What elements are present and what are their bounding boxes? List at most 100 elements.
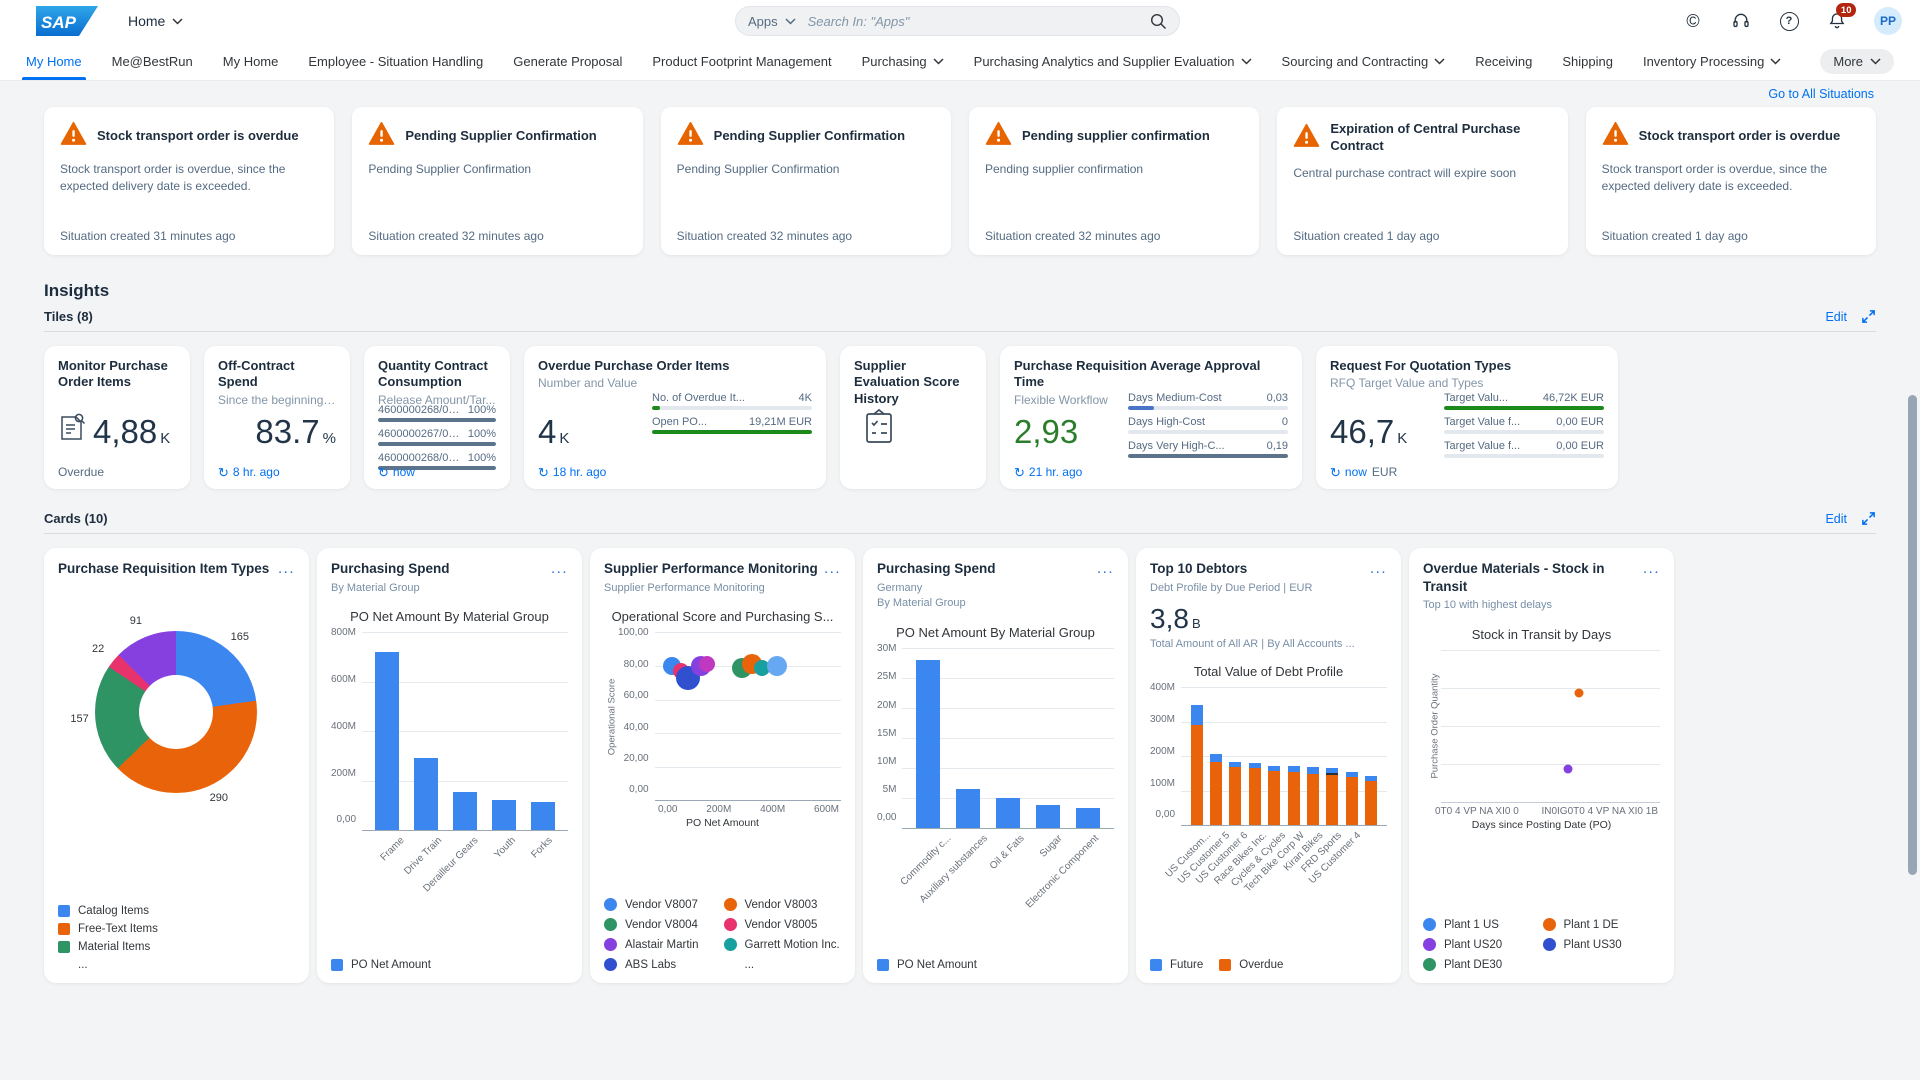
- nav-tab[interactable]: Purchasing Analytics and Supplier Evalua…: [974, 42, 1252, 80]
- situation-card[interactable]: Stock transport order is overdueStock tr…: [1586, 107, 1876, 255]
- situation-card[interactable]: Pending Supplier ConfirmationPending Sup…: [352, 107, 642, 255]
- insight-tile[interactable]: Supplier Evaluation Score History: [840, 346, 986, 489]
- stacked-bar[interactable]: [1326, 768, 1338, 825]
- y-axis-ticks: 30M25M20M15M10M5M0,00: [877, 643, 902, 823]
- card-header: Purchasing Spend...: [877, 560, 1114, 578]
- comparison-value: 0: [1282, 416, 1288, 428]
- stacked-bar[interactable]: [1210, 754, 1222, 826]
- situation-card[interactable]: Pending Supplier ConfirmationPending Sup…: [661, 107, 951, 255]
- situation-card[interactable]: Stock transport order is overdueStock tr…: [44, 107, 334, 255]
- insight-card[interactable]: Purchasing Spend...By Material GroupPO N…: [317, 548, 582, 983]
- bar-segment-overdue: [1268, 771, 1280, 826]
- chevron-down-icon: [933, 58, 944, 65]
- nav-tab[interactable]: Sourcing and Contracting: [1282, 42, 1446, 80]
- kpi-number: 4,88: [93, 413, 157, 451]
- insight-card[interactable]: Purchase Requisition Item Types...165290…: [44, 548, 309, 983]
- bar[interactable]: [956, 789, 980, 828]
- gridline: [655, 700, 841, 701]
- bar[interactable]: [1076, 808, 1100, 828]
- nav-tab[interactable]: Generate Proposal: [513, 42, 622, 80]
- bar[interactable]: [375, 652, 399, 830]
- search-scope-label: Apps: [748, 14, 778, 29]
- situation-title: Stock transport order is overdue: [1639, 128, 1841, 145]
- legend-label: Vendor V8007: [625, 899, 698, 911]
- y-tick-label: 80,00: [624, 659, 649, 670]
- stacked-bar[interactable]: [1365, 776, 1377, 825]
- overflow-menu-icon[interactable]: ...: [272, 560, 295, 573]
- card-subtitle-2: By Material Group: [877, 596, 1114, 611]
- stacked-bar[interactable]: [1307, 767, 1319, 825]
- assistant-icon[interactable]: ©: [1682, 10, 1704, 32]
- comparison-row-labels: Target Valu...46,72K EUR: [1444, 392, 1604, 404]
- bar[interactable]: [996, 798, 1020, 828]
- search-icon[interactable]: [1150, 13, 1167, 30]
- insight-tile[interactable]: Quantity Contract ConsumptionRelease Amo…: [364, 346, 510, 489]
- stacked-bar[interactable]: [1191, 705, 1203, 826]
- insight-tile[interactable]: Purchase Requisition Average Approval Ti…: [1000, 346, 1302, 489]
- home-menu-button[interactable]: Home: [128, 13, 183, 29]
- donut-value-label: 22: [92, 643, 104, 655]
- help-icon[interactable]: ?: [1778, 10, 1800, 32]
- insight-card[interactable]: Overdue Materials - Stock in Transit...T…: [1409, 548, 1674, 983]
- sap-logo[interactable]: SAP: [36, 6, 98, 36]
- nav-tab[interactable]: Inventory Processing: [1643, 42, 1781, 80]
- scatter-point[interactable]: [1564, 764, 1573, 773]
- bar[interactable]: [916, 660, 940, 828]
- cards-edit-link[interactable]: Edit: [1825, 512, 1847, 526]
- nav-tab[interactable]: Shipping: [1562, 42, 1613, 80]
- vertical-scrollbar[interactable]: [1908, 395, 1917, 875]
- bar[interactable]: [1036, 805, 1060, 828]
- stacked-bar[interactable]: [1268, 766, 1280, 826]
- insight-card[interactable]: Top 10 Debtors...Debt Profile by Due Per…: [1136, 548, 1401, 983]
- nav-tab[interactable]: Receiving: [1475, 42, 1532, 80]
- bar[interactable]: [531, 802, 555, 830]
- gridline: [655, 632, 841, 633]
- comparison-value: 0,00 EUR: [1556, 416, 1604, 428]
- kpi-number: 3,8: [1150, 603, 1189, 635]
- overflow-menu-icon[interactable]: ...: [818, 560, 841, 573]
- stacked-bar[interactable]: [1249, 763, 1261, 825]
- insight-card[interactable]: Purchasing Spend...GermanyBy Material Gr…: [863, 548, 1128, 983]
- overflow-menu-icon[interactable]: ...: [1091, 560, 1114, 573]
- avatar[interactable]: PP: [1874, 7, 1902, 35]
- notifications-bell-icon[interactable]: 10: [1826, 10, 1848, 32]
- search-input[interactable]: Search In: "Apps": [808, 14, 1150, 29]
- nav-tab[interactable]: My Home: [26, 42, 82, 80]
- bubble-point[interactable]: [767, 656, 787, 676]
- insight-tile[interactable]: Request For Quotation TypesRFQ Target Va…: [1316, 346, 1618, 489]
- expand-icon[interactable]: [1861, 309, 1876, 324]
- nav-tab[interactable]: Purchasing: [862, 42, 944, 80]
- warning-icon: [1602, 121, 1629, 151]
- comparison-label: Target Valu...: [1444, 392, 1508, 404]
- stacked-bar[interactable]: [1346, 772, 1358, 825]
- situation-card[interactable]: Pending supplier confirmationPending sup…: [969, 107, 1259, 255]
- tiles-edit-link[interactable]: Edit: [1825, 310, 1847, 324]
- insight-tile[interactable]: Monitor Purchase Order Items4,88KOverdue: [44, 346, 190, 489]
- insight-tile[interactable]: Off-Contract SpendSince the beginning ..…: [204, 346, 350, 489]
- stacked-bar[interactable]: [1288, 766, 1300, 826]
- nav-tab[interactable]: Me@BestRun: [112, 42, 193, 80]
- search-bar[interactable]: Apps Search In: "Apps": [735, 6, 1180, 36]
- bubble-point[interactable]: [699, 656, 715, 672]
- insight-card[interactable]: Supplier Performance Monitoring...Suppli…: [590, 548, 855, 983]
- nav-tab[interactable]: My Home: [223, 42, 279, 80]
- go-to-all-situations-link[interactable]: Go to All Situations: [1768, 87, 1874, 101]
- overflow-menu-icon[interactable]: ...: [545, 560, 568, 573]
- stacked-bar[interactable]: [1229, 762, 1241, 825]
- headset-icon[interactable]: [1730, 10, 1752, 32]
- nav-tab[interactable]: Employee - Situation Handling: [308, 42, 483, 80]
- expand-icon[interactable]: [1861, 511, 1876, 526]
- scatter-point[interactable]: [1574, 688, 1583, 697]
- overflow-menu-icon[interactable]: ...: [1637, 560, 1660, 573]
- situation-card[interactable]: Expiration of Central Purchase ContractC…: [1277, 107, 1567, 255]
- bar[interactable]: [414, 758, 438, 830]
- bar[interactable]: [492, 800, 516, 830]
- nav-more-button[interactable]: More: [1820, 49, 1894, 74]
- insight-tile[interactable]: Overdue Purchase Order ItemsNumber and V…: [524, 346, 826, 489]
- overflow-menu-icon[interactable]: ...: [1364, 560, 1387, 573]
- search-scope-dropdown[interactable]: Apps: [748, 14, 808, 29]
- legend-item: Vendor V8003: [724, 898, 842, 911]
- nav-tab[interactable]: Product Footprint Management: [652, 42, 831, 80]
- refresh-icon: ↻: [1330, 466, 1341, 479]
- bar[interactable]: [453, 792, 477, 830]
